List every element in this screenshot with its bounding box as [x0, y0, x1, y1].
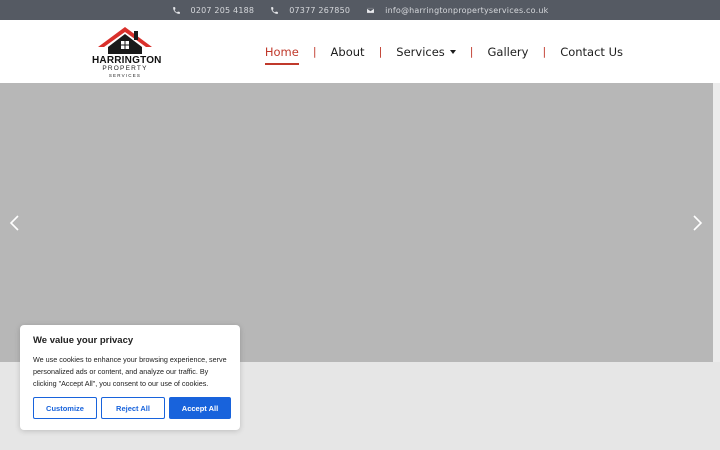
- hero-slider: [0, 83, 713, 362]
- logo-line-3: SERVICES: [108, 73, 142, 78]
- phone-2[interactable]: 07377 267850: [270, 6, 350, 15]
- phone-icon: [271, 6, 279, 14]
- nav-gallery[interactable]: Gallery: [488, 45, 529, 59]
- chevron-right-icon: [693, 215, 703, 231]
- house-logo-icon: [98, 27, 152, 54]
- email-text: info@harringtonpropertyservices.co.uk: [385, 5, 549, 15]
- nav-home[interactable]: Home: [264, 45, 299, 65]
- slider-prev-button[interactable]: [8, 214, 22, 232]
- logo-line-2: PROPERTY: [102, 65, 148, 72]
- cookie-description: We use cookies to enhance your browsing …: [33, 355, 227, 388]
- accept-all-button[interactable]: Accept All: [169, 397, 231, 419]
- nav-contact[interactable]: Contact Us: [560, 45, 623, 59]
- customize-button[interactable]: Customize: [33, 397, 97, 419]
- top-contact-bar: 0207 205 4188 07377 267850 info@harringt…: [0, 0, 720, 20]
- chevron-left-icon: [9, 215, 19, 231]
- phone-icon: [172, 6, 180, 14]
- slider-next-button[interactable]: [690, 214, 704, 232]
- caret-down-icon: [449, 49, 456, 54]
- nav-about[interactable]: About: [331, 45, 365, 59]
- phone-2-text: 07377 267850: [289, 5, 351, 15]
- nav-separator: |: [312, 45, 317, 58]
- nav-services-label: Services: [396, 44, 445, 59]
- scrollbar[interactable]: [713, 83, 720, 362]
- cookie-consent-banner: We value your privacy We use cookies to …: [20, 325, 240, 430]
- email-link[interactable]: info@harringtonpropertyservices.co.uk: [366, 6, 548, 15]
- envelope-icon: [366, 7, 375, 13]
- nav-services[interactable]: Services: [396, 45, 456, 59]
- nav-separator: |: [542, 45, 547, 58]
- cookie-title: We value your privacy: [33, 335, 134, 346]
- reject-all-button[interactable]: Reject All: [101, 397, 165, 419]
- main-nav: Home | About | Services | Gallery | Cont…: [264, 20, 623, 83]
- phone-1-text: 0207 205 4188: [190, 5, 255, 15]
- phone-1[interactable]: 0207 205 4188: [172, 6, 255, 15]
- cookie-buttons: Customize Reject All Accept All: [33, 397, 231, 419]
- site-header: HARRINGTON PROPERTY SERVICES Home | Abou…: [0, 20, 720, 83]
- nav-separator: |: [378, 45, 383, 58]
- nav-separator: |: [469, 45, 474, 58]
- site-logo[interactable]: HARRINGTON PROPERTY SERVICES: [92, 25, 161, 79]
